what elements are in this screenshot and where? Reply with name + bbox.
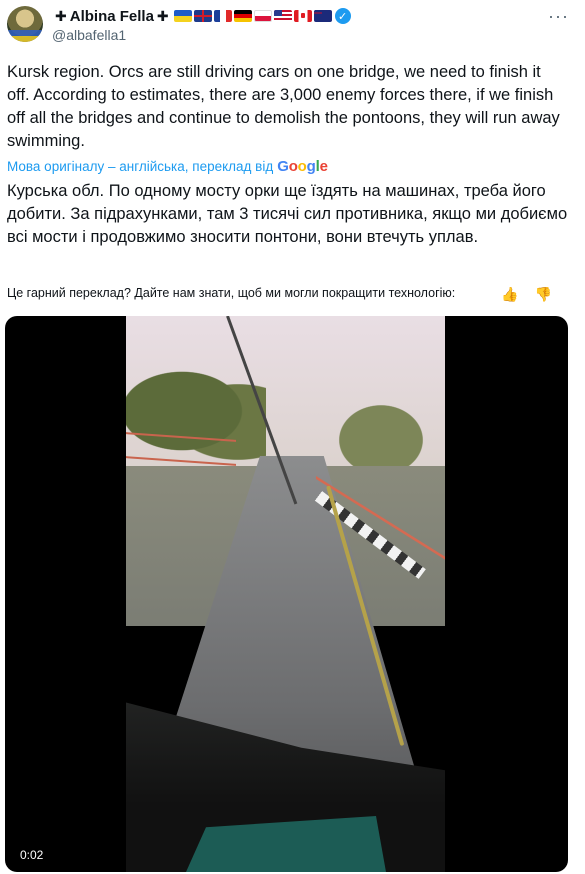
more-options-icon[interactable]: ···	[548, 6, 569, 27]
germany-flag-icon	[233, 10, 252, 22]
thumbs-up-icon[interactable]: 👍	[501, 286, 518, 303]
video-player[interactable]: 0:02	[5, 316, 568, 872]
translation-feedback: Це гарний переклад? Дайте нам знати, щоб…	[7, 286, 572, 304]
tweet-header: ✚ Albina Fella ✚ ✓ @albafella1 ···	[0, 0, 585, 52]
canada-flag-icon	[293, 10, 312, 22]
avatar[interactable]	[7, 6, 43, 42]
france-flag-icon	[213, 10, 232, 22]
cross-icon: ✚	[55, 7, 67, 24]
translation-label[interactable]: Мова оригіналу – англійська, переклад ві…	[7, 159, 273, 174]
author-name-row[interactable]: ✚ Albina Fella ✚ ✓	[52, 6, 351, 26]
translated-text: Курська обл. По одному мосту орки ще їзд…	[7, 182, 568, 246]
cross-icon: ✚	[156, 7, 169, 24]
verified-badge-icon: ✓	[334, 8, 351, 24]
feedback-question: Це гарний переклад? Дайте нам знати, щоб…	[7, 286, 456, 300]
feedback-buttons: 👍 👎	[501, 286, 552, 303]
australia-flag-icon	[313, 10, 332, 22]
video-trees-right	[316, 386, 445, 476]
flags-group	[173, 10, 332, 22]
google-logo: Google	[277, 158, 328, 175]
translation-attribution[interactable]: Мова оригіналу – англійська, переклад ві…	[7, 158, 328, 175]
usa-flag-icon	[273, 10, 292, 22]
avatar-flag-overlay	[7, 30, 43, 42]
author-name[interactable]: Albina Fella	[70, 8, 154, 25]
thumbs-down-icon[interactable]: 👎	[535, 286, 552, 303]
tweet-text: Kursk region. Orcs are still driving car…	[7, 63, 560, 150]
video-timestamp: 0:02	[15, 846, 49, 864]
video-frame[interactable]	[126, 316, 445, 872]
uk-flag-icon	[193, 10, 212, 22]
ukraine-flag-icon	[173, 10, 192, 22]
author-handle[interactable]: @albafella1	[52, 27, 126, 43]
poland-flag-icon	[253, 10, 272, 22]
